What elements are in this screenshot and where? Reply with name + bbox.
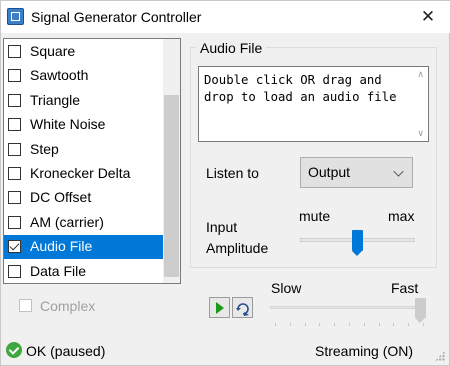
- list-scrollbar[interactable]: [163, 39, 180, 283]
- list-item-label: Triangle: [30, 91, 81, 108]
- speed-slider-tick: [408, 323, 410, 326]
- title-bar[interactable]: Signal Generator Controller ✕: [1, 1, 450, 33]
- audio-file-group-title: Audio File: [196, 40, 267, 56]
- app-icon: [7, 8, 24, 25]
- streaming-status: Streaming (ON): [315, 343, 414, 359]
- speed-slider-tick: [423, 323, 424, 326]
- listen-to-select[interactable]: Output: [300, 157, 413, 188]
- list-item[interactable]: Data File: [4, 260, 164, 283]
- list-item-checkbox[interactable]: [8, 191, 21, 205]
- signal-generator-window: Signal Generator Controller ✕ Square Sawt…: [0, 0, 450, 366]
- fast-label: Fast: [391, 280, 419, 296]
- speed-slider-track[interactable]: [270, 306, 426, 309]
- speed-slider-tick: [289, 323, 291, 326]
- list-item-checkbox[interactable]: [8, 264, 21, 278]
- list-item-label: Kronecker Delta: [30, 165, 131, 181]
- speed-slider-thumb[interactable]: [415, 298, 426, 323]
- speed-slider-tick: [349, 323, 350, 326]
- list-item[interactable]: Triangle: [4, 89, 164, 113]
- list-item-label: AM (carrier): [30, 213, 104, 230]
- list-item-checkbox[interactable]: [8, 45, 21, 58]
- list-item[interactable]: White Noise: [4, 113, 164, 137]
- loop-button[interactable]: [232, 297, 253, 318]
- list-item[interactable]: Audio File: [4, 235, 164, 260]
- list-item[interactable]: Step: [4, 138, 164, 162]
- play-button[interactable]: [209, 297, 230, 318]
- list-scrollbar-thumb[interactable]: [164, 95, 179, 277]
- list-item-label: White Noise: [30, 116, 106, 133]
- status-ok-icon: [6, 342, 22, 358]
- speed-slider-tick: [393, 323, 395, 326]
- speed-slider-tick: [319, 323, 321, 326]
- list-item-label: DC Offset: [30, 189, 92, 206]
- list-item-label: Audio File: [30, 238, 93, 255]
- list-item-label: Step: [30, 140, 59, 157]
- listen-to-label: Listen to: [206, 165, 259, 181]
- scroll-up-icon[interactable]: ∧: [417, 69, 424, 80]
- signal-type-list[interactable]: Square Sawtooth Triangle White Noise Step Kro…: [3, 38, 181, 284]
- max-label: max: [388, 208, 415, 224]
- audio-file-drop-area[interactable]: Double click OR drag and drop to load an…: [198, 66, 429, 142]
- list-item-label: Data File: [30, 262, 87, 279]
- close-button[interactable]: ✕: [405, 1, 450, 33]
- list-item-checkbox[interactable]: [8, 142, 21, 156]
- window-title: Signal Generator Controller: [31, 9, 202, 25]
- list-item[interactable]: Square: [4, 40, 164, 64]
- chevron-down-icon: [393, 166, 404, 177]
- list-item-label: Sawtooth: [30, 67, 89, 84]
- scroll-down-icon[interactable]: ∨: [417, 128, 424, 139]
- list-item[interactable]: AM (carrier): [4, 211, 164, 235]
- complex-label: Complex: [40, 298, 96, 314]
- input-amplitude-label-line1: Input: [206, 219, 238, 235]
- speed-slider-tick: [304, 323, 306, 326]
- speed-slider-tick: [334, 323, 336, 326]
- input-amplitude-label-line2: Amplitude: [206, 240, 269, 256]
- speed-slider-tick: [378, 323, 380, 326]
- amplitude-slider-thumb[interactable]: [351, 230, 363, 256]
- list-item-checkbox[interactable]: [8, 69, 21, 83]
- speed-slider-tick: [363, 323, 365, 326]
- list-item[interactable]: DC Offset: [4, 186, 164, 210]
- list-item-checkbox[interactable]: [8, 167, 21, 180]
- list-item-checkbox[interactable]: [8, 93, 21, 107]
- list-item[interactable]: Sawtooth: [4, 64, 164, 88]
- loop-icon: [236, 303, 249, 316]
- input-amplitude-label: Input Amplitude: [206, 217, 268, 259]
- list-item[interactable]: Kronecker Delta: [4, 162, 164, 186]
- complex-checkbox: [19, 299, 32, 312]
- slow-label: Slow: [271, 280, 302, 296]
- list-item-checkbox[interactable]: [8, 215, 21, 229]
- speed-slider-tick: [275, 323, 276, 326]
- status-text: OK (paused): [26, 343, 106, 359]
- mute-label: mute: [299, 208, 331, 224]
- list-item-label: Square: [30, 43, 76, 59]
- list-item-checkbox[interactable]: [8, 240, 21, 254]
- audio-file-hint: Double click OR drag and drop to load an…: [204, 73, 397, 104]
- list-item-checkbox[interactable]: [8, 118, 21, 132]
- listen-to-value: Output: [308, 164, 351, 180]
